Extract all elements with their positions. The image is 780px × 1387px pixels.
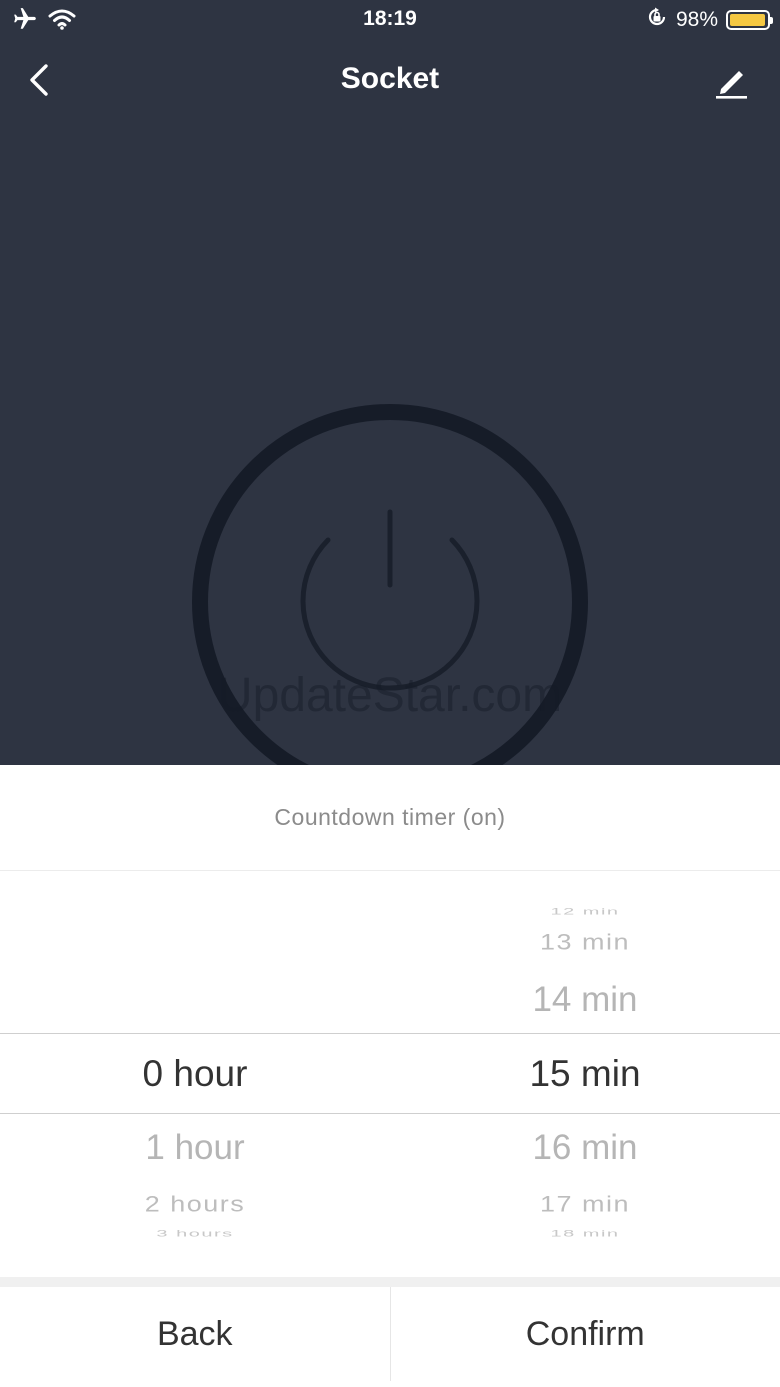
hour-option[interactable]: 2 hours	[0, 1193, 390, 1215]
power-icon	[300, 509, 480, 691]
back-button[interactable]: Back	[0, 1287, 390, 1381]
page-title: Socket	[340, 62, 440, 95]
confirm-button[interactable]: Confirm	[391, 1287, 780, 1381]
time-picker[interactable]: 0 hour 1 hour 2 hours 3 hours 12 min 13 …	[0, 871, 780, 1241]
watermark: UpdateStar.com	[217, 669, 563, 722]
minute-option[interactable]: 14 min	[390, 982, 780, 1017]
minute-option[interactable]: 17 min	[390, 1193, 780, 1215]
status-right: 98%	[646, 6, 773, 34]
sheet-title: Countdown timer (on)	[0, 765, 780, 871]
battery-fill	[730, 14, 765, 26]
hour-option[interactable]: 1 hour	[0, 1130, 390, 1165]
device-panel: 18:19 98% Socket UpdateStar.com	[0, 0, 780, 765]
minute-wheel[interactable]: 12 min 13 min 14 min 15 min 16 min 17 mi…	[390, 871, 780, 1241]
minute-option[interactable]: 12 min	[390, 908, 780, 917]
footer-separator	[0, 1277, 780, 1287]
hour-option[interactable]: 0 hour	[0, 1055, 390, 1092]
edit-pencil-icon[interactable]	[712, 62, 752, 102]
minute-option[interactable]: 16 min	[390, 1130, 780, 1165]
nav-bar: Socket	[0, 50, 780, 110]
orientation-lock-icon	[646, 6, 668, 34]
sheet-footer: Back Confirm	[0, 1287, 780, 1387]
hour-option[interactable]: 3 hours	[0, 1230, 390, 1239]
battery-tip	[770, 17, 773, 24]
countdown-timer-sheet: Countdown timer (on) 0 hour 1 hour 2 hou…	[0, 765, 780, 1387]
hour-wheel[interactable]: 0 hour 1 hour 2 hours 3 hours	[0, 871, 390, 1241]
minute-option[interactable]: 18 min	[390, 1230, 780, 1239]
minute-option[interactable]: 13 min	[390, 931, 780, 953]
status-bar: 18:19 98%	[0, 0, 780, 40]
battery-percent: 98%	[675, 8, 718, 31]
minute-option[interactable]: 15 min	[390, 1055, 780, 1092]
battery-icon	[726, 10, 773, 30]
